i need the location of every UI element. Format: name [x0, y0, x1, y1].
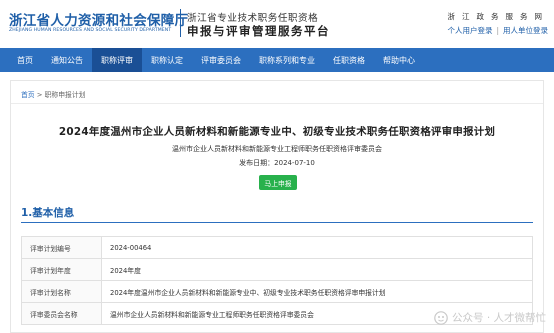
gov-link-char[interactable]: 浙: [448, 11, 456, 22]
gov-link-char[interactable]: 务: [520, 11, 528, 22]
system-title: 申报与评审管理服务平台: [187, 24, 330, 38]
row-value: 2024年度: [101, 258, 533, 281]
table-row: 评审计划名称 2024年度温州市企业人员新材料和新能源专业中、初级专业技术职务任…: [21, 280, 533, 303]
issuer-name: 温州市企业人员新材料和新能源专业工程师职务任职资格评审委员会: [172, 145, 382, 153]
wechat-icon: [434, 310, 448, 325]
nav-title-review[interactable]: 职称评审: [92, 48, 142, 72]
nav-qualifications[interactable]: 任职资格: [324, 48, 374, 72]
row-label: 评审委员会名称: [21, 302, 102, 325]
nav-help-center[interactable]: 帮助中心: [374, 48, 424, 72]
publish-date: 发布日期：2024-07-10: [11, 158, 543, 168]
section-title-basic-info: 1.基本信息: [21, 207, 75, 219]
site-header: 浙江省人力资源和社会保障厅 ZHEJIANG HUMAN RESOURCES A…: [0, 0, 554, 48]
row-value: 2024年度温州市企业人员新材料和新能源专业中、初级专业技术职务任职资格评审申报…: [101, 280, 533, 303]
publish-date-value: 2024-07-10: [274, 159, 315, 167]
login-links: 个人用户登录 | 用人单位登录: [447, 25, 548, 36]
personal-login-link[interactable]: 个人用户登录: [447, 25, 492, 36]
login-separator: |: [496, 26, 499, 35]
breadcrumb: 首页 > 职称申报计划: [21, 89, 85, 99]
gov-link-char[interactable]: 政: [477, 11, 485, 22]
nav-notices[interactable]: 通知公告: [42, 48, 92, 72]
breadcrumb-divider: [11, 103, 543, 104]
org-name[interactable]: 浙江省人力资源和社会保障厅: [9, 9, 188, 29]
gov-link-char[interactable]: 务: [491, 11, 499, 22]
employer-login-link[interactable]: 用人单位登录: [503, 25, 548, 36]
nav-home[interactable]: 首页: [8, 48, 42, 72]
publish-date-label: 发布日期：: [239, 159, 275, 167]
main-nav: 首页 通知公告 职称评审 职称认定 评审委员会 职称系列和专业 任职资格 帮助中…: [0, 48, 554, 72]
nav-title-recognition[interactable]: 职称认定: [142, 48, 192, 72]
header-divider: [180, 9, 181, 37]
apply-now-button[interactable]: 马上申报: [259, 175, 297, 190]
zhejiang-gov-service-link[interactable]: 浙 江 政 务 服 务 网: [448, 11, 543, 22]
row-label: 评审计划编号: [21, 236, 102, 259]
gov-link-char[interactable]: 江: [462, 11, 470, 22]
content-panel: 首页 > 职称申报计划 2024年度温州市企业人员新材料和新能源专业中、初级专业…: [10, 80, 544, 333]
nav-review-committee[interactable]: 评审委员会: [192, 48, 250, 72]
gov-link-char[interactable]: 服: [506, 11, 514, 22]
row-label: 评审计划年度: [21, 258, 102, 281]
table-row: 评审计划编号 2024-00464: [21, 236, 533, 259]
nav-series-specialty[interactable]: 职称系列和专业: [250, 48, 324, 72]
page-title: 2024年度温州市企业人员新材料和新能源专业中、初级专业技术职务任职资格评审申报…: [58, 126, 496, 138]
section-divider: [21, 222, 533, 223]
breadcrumb-separator: >: [36, 91, 43, 99]
org-name-english: ZHEJIANG HUMAN RESOURCES AND SOCIAL SECU…: [9, 28, 172, 33]
row-label: 评审计划名称: [21, 280, 102, 303]
watermark-text: 公众号 · 人才微帮忙: [451, 312, 546, 324]
breadcrumb-current: 职称申报计划: [44, 91, 86, 99]
table-row: 评审计划年度 2024年度: [21, 258, 533, 281]
gov-link-char[interactable]: 网: [535, 11, 543, 22]
system-subtitle: 浙江省专业技术职务任职资格: [187, 13, 319, 24]
wechat-watermark: 公众号 · 人才微帮忙: [434, 310, 546, 325]
row-value: 2024-00464: [101, 236, 533, 259]
breadcrumb-home[interactable]: 首页: [21, 91, 35, 99]
